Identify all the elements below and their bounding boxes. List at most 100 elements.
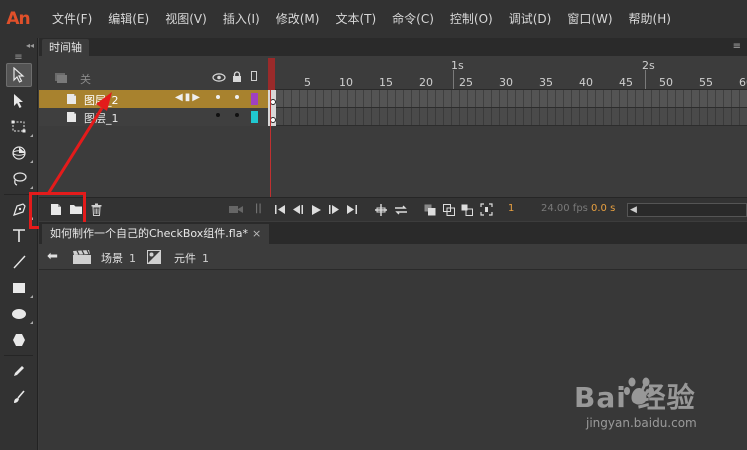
ruler-number: 25: [459, 76, 473, 89]
current-frame[interactable]: 1: [508, 203, 514, 214]
ruler-number: 50: [659, 76, 673, 89]
tab-timeline[interactable]: 时间轴: [42, 39, 89, 56]
subselection-tool[interactable]: [0, 88, 38, 114]
outline-toggle-icon[interactable]: [251, 71, 257, 81]
polystar-tool[interactable]: [0, 327, 38, 353]
ruler-number: 55: [699, 76, 713, 89]
visibility-dot[interactable]: [216, 113, 220, 117]
ruler-number: 60: [739, 76, 747, 89]
app-logo: An: [6, 9, 30, 29]
playhead[interactable]: [268, 58, 275, 90]
menu-bar: An 文件(F) 编辑(E) 视图(V) 插入(I) 修改(M) 文本(T) 命…: [0, 0, 747, 38]
layer-page-icon: [67, 112, 76, 122]
layer-header: 关: [39, 56, 268, 90]
timeline-scrollbar[interactable]: ◀: [627, 203, 747, 217]
ruler-number: 30: [499, 76, 513, 89]
document-tab-bar: 如何制作一个自己的CheckBox组件.fla* ×: [39, 222, 747, 244]
ruler-number: 15: [379, 76, 393, 89]
menu-debug[interactable]: 调试(D): [501, 0, 560, 38]
menu-commands[interactable]: 命令(C): [384, 0, 442, 38]
lasso-icon: [13, 172, 27, 186]
layer-name[interactable]: 图层_1: [84, 110, 119, 126]
pencil-icon: [14, 366, 24, 376]
frames-row-2[interactable]: [268, 90, 747, 108]
layer-row-1[interactable]: 图层_1: [39, 108, 268, 126]
document-title: 如何制作一个自己的CheckBox组件.fla*: [50, 227, 248, 240]
menu-modify[interactable]: 修改(M): [268, 0, 328, 38]
lock-dot[interactable]: [235, 113, 239, 117]
prev-frame-icon[interactable]: [293, 205, 304, 214]
edit-multiple-frames-icon[interactable]: [461, 204, 473, 216]
next-frame-icon[interactable]: [329, 205, 340, 214]
white-arrow-icon: [14, 94, 23, 108]
layer-page-icon: [67, 94, 76, 104]
oval-icon: [12, 309, 26, 319]
play-icon[interactable]: [312, 205, 321, 215]
menu-file[interactable]: 文件(F): [44, 0, 100, 38]
lock-icon[interactable]: [232, 71, 242, 83]
breadcrumb-symbol[interactable]: 元件 1: [174, 250, 209, 266]
layer-color-swatch[interactable]: [251, 93, 258, 105]
ruler-number: 5: [304, 76, 311, 89]
arrow-cursor-icon: [13, 67, 25, 83]
lasso-tool[interactable]: [0, 166, 38, 192]
panel-menu-icon[interactable]: ≡: [733, 41, 741, 52]
lock-dot[interactable]: [235, 95, 239, 99]
last-frame-icon[interactable]: [347, 205, 358, 214]
layer-color-swatch[interactable]: [251, 111, 258, 123]
menu-control[interactable]: 控制(O): [442, 0, 501, 38]
line-icon: [13, 255, 26, 269]
menu-window[interactable]: 窗口(W): [559, 0, 620, 38]
trash-icon[interactable]: [91, 203, 102, 216]
onion-outline-icon[interactable]: [443, 204, 455, 216]
frame-rate[interactable]: 24.00 fps: [541, 203, 588, 214]
modify-markers-icon[interactable]: [480, 203, 493, 216]
3d-rotation-tool[interactable]: [0, 140, 38, 166]
free-transform-tool[interactable]: [0, 114, 38, 140]
menu-insert[interactable]: 插入(I): [215, 0, 268, 38]
oval-tool[interactable]: [0, 301, 38, 327]
pen-nib-icon: [13, 203, 26, 216]
eye-icon[interactable]: [212, 73, 226, 82]
elapsed-time[interactable]: 0.0 s: [591, 203, 615, 214]
symbol-icon: [147, 250, 161, 264]
layer-controls[interactable]: ◀▮▶: [175, 92, 202, 103]
edit-bar: ⬅ 场景 1 元件 1: [39, 244, 747, 270]
layer-row-2[interactable]: 图层_2 ◀▮▶: [39, 90, 268, 108]
transform-icon: [11, 120, 26, 133]
collapse-icon[interactable]: ◂◂: [0, 38, 37, 52]
back-arrow-icon[interactable]: ⬅: [47, 249, 58, 264]
ruler-number: 40: [579, 76, 593, 89]
paw-logo-icon: [624, 377, 654, 405]
frame-ruler[interactable]: 1s 2s 1 5 10 15 20 25 30 35 40 45 50 55 …: [268, 56, 747, 90]
onion-skin-icon[interactable]: [424, 204, 436, 216]
loop-icon[interactable]: [394, 204, 408, 216]
first-frame-icon[interactable]: [275, 205, 286, 214]
close-tab-icon[interactable]: ×: [252, 227, 261, 240]
pencil-tool[interactable]: [0, 358, 38, 384]
menu-help[interactable]: 帮助(H): [621, 0, 679, 38]
visibility-dot[interactable]: [216, 95, 220, 99]
document-tab[interactable]: 如何制作一个自己的CheckBox组件.fla* ×: [42, 224, 270, 244]
watermark: Bai 经验 jingyan.baidu.com: [574, 372, 734, 438]
frames-row-1[interactable]: [268, 108, 747, 126]
menu-edit[interactable]: 编辑(E): [100, 0, 157, 38]
center-frame-icon[interactable]: [375, 204, 387, 216]
ruler-number: 35: [539, 76, 553, 89]
breadcrumb-scene[interactable]: 场景 1: [101, 250, 136, 266]
menu-text[interactable]: 文本(T): [327, 0, 384, 38]
ruler-number: 45: [619, 76, 633, 89]
frames-empty-area: [268, 126, 747, 197]
brush-tool[interactable]: [0, 384, 38, 410]
scroll-left-icon[interactable]: ◀: [630, 205, 637, 215]
globe-icon: [12, 146, 26, 160]
menu-view[interactable]: 视图(V): [157, 0, 215, 38]
panel-grip-icon[interactable]: ≡: [0, 52, 37, 63]
camera-icon[interactable]: [229, 205, 243, 214]
line-tool[interactable]: [0, 249, 38, 275]
layer-name[interactable]: 图层_2: [84, 92, 119, 108]
selection-tool[interactable]: [0, 62, 38, 88]
menu-items: 文件(F) 编辑(E) 视图(V) 插入(I) 修改(M) 文本(T) 命令(C…: [44, 0, 679, 38]
layers-empty-area: [39, 126, 268, 197]
rectangle-tool[interactable]: [0, 275, 38, 301]
